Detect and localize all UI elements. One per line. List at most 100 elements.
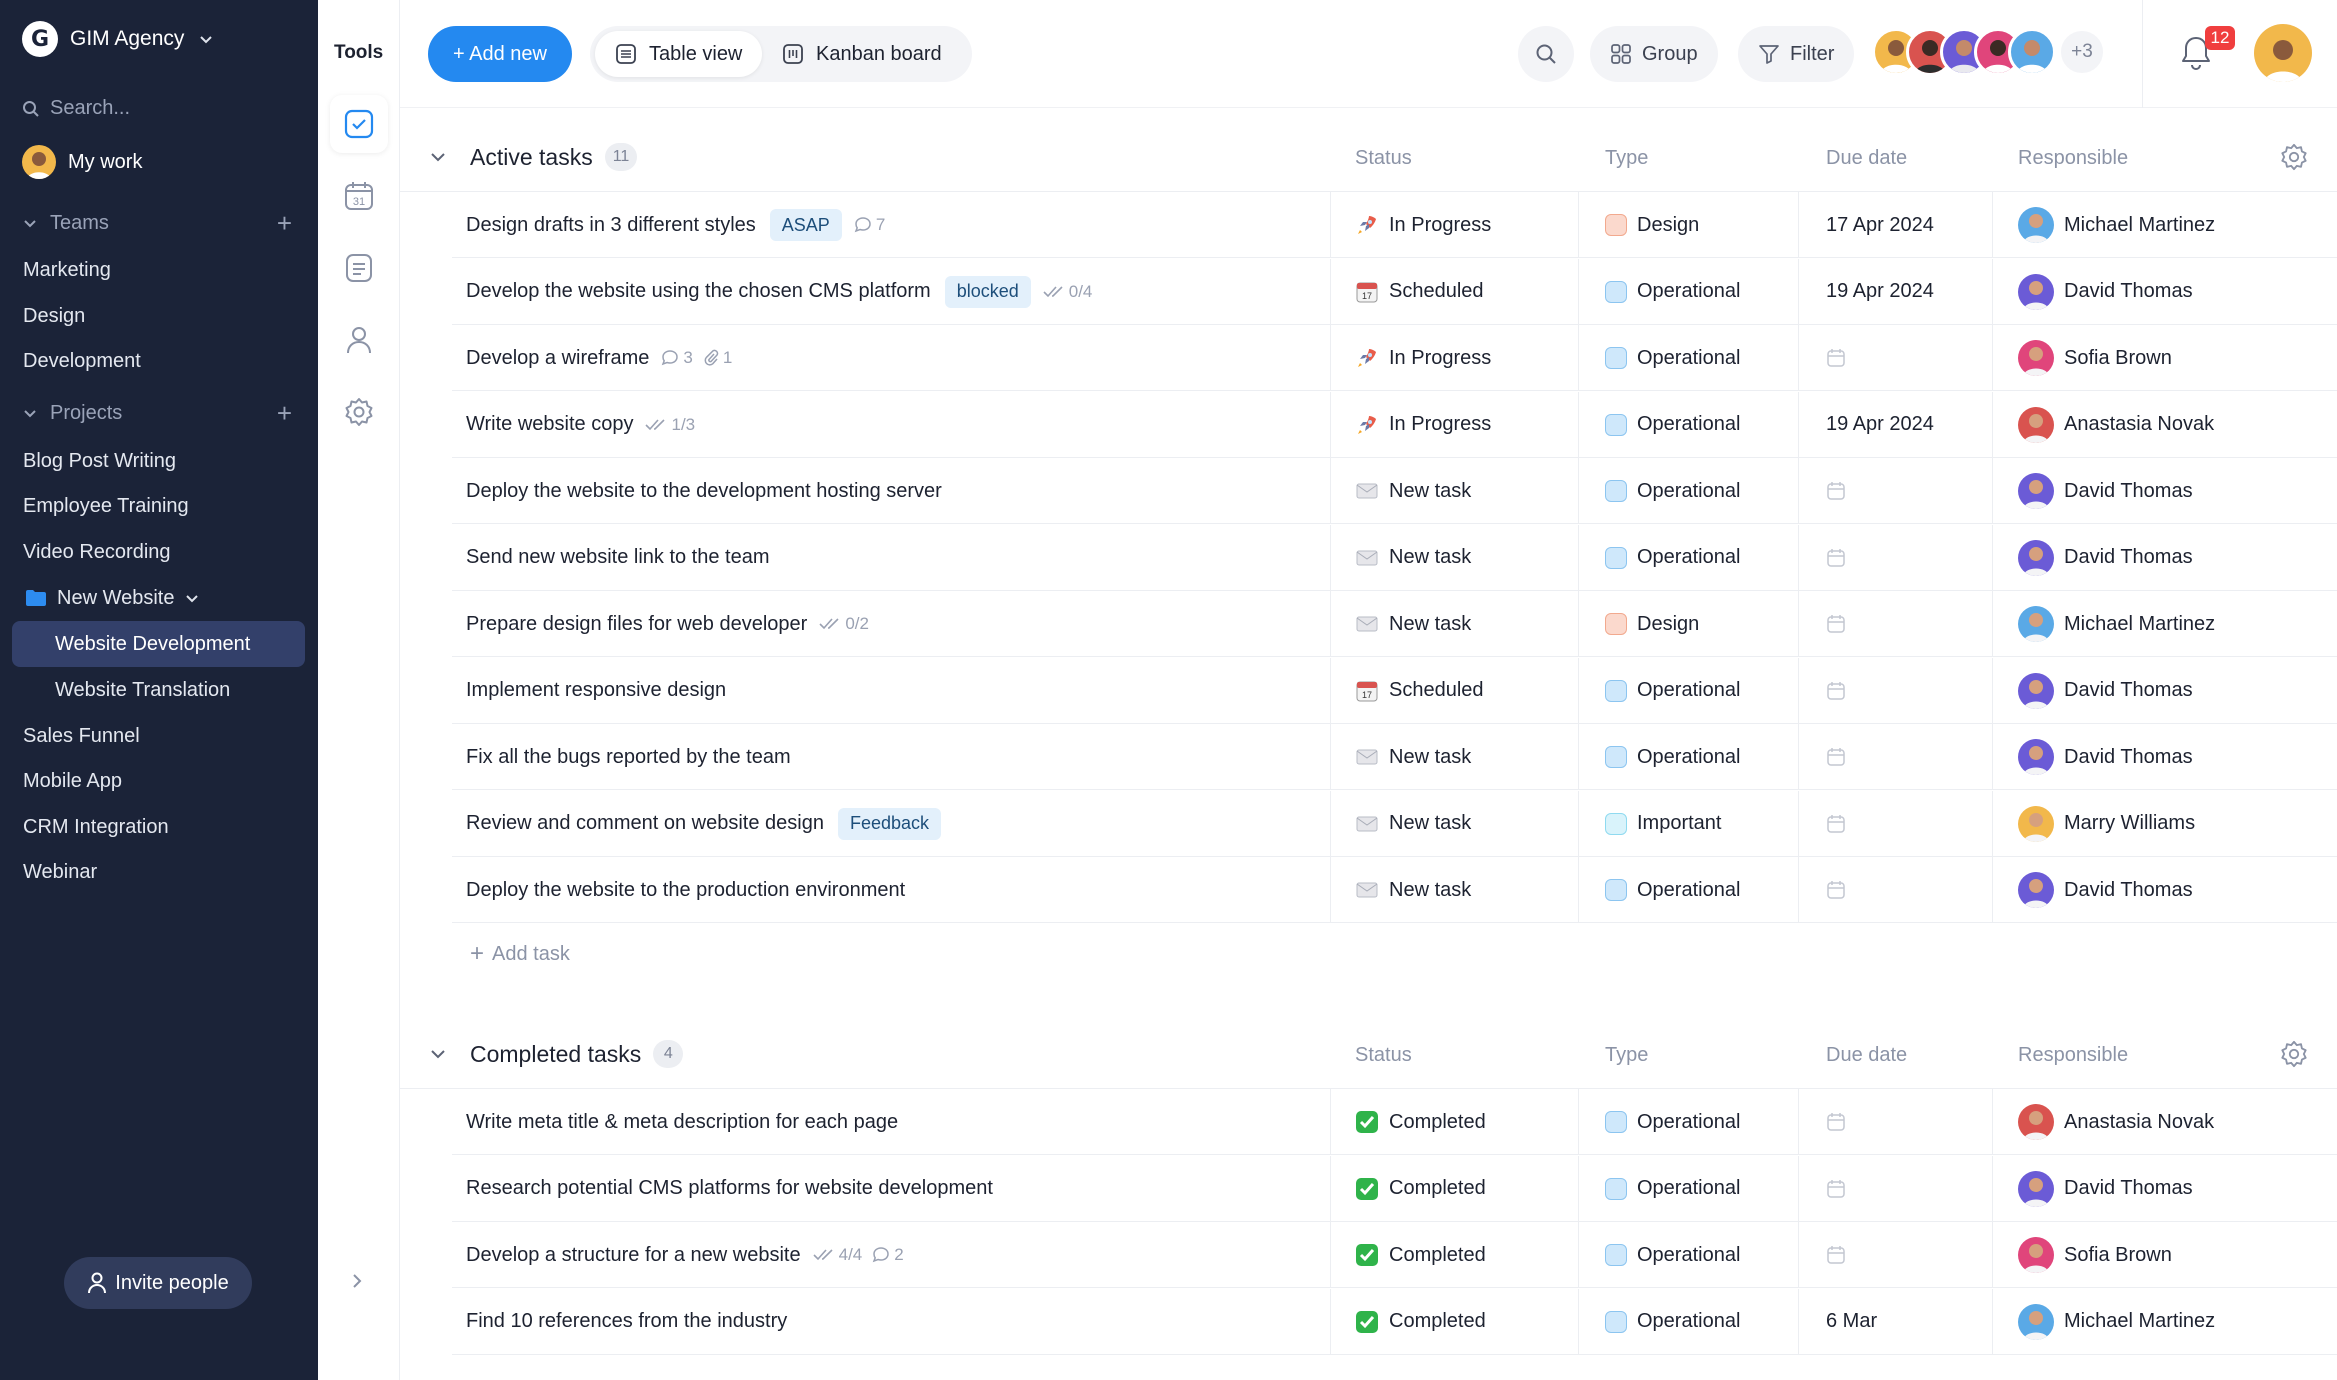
- task-name-cell[interactable]: Develop a structure for a new website 4/4…: [466, 1222, 904, 1288]
- responsible-cell[interactable]: David Thomas: [2018, 857, 2193, 923]
- column-header-type[interactable]: Type: [1605, 1044, 1648, 1067]
- table-row[interactable]: Send new website link to the team New tas…: [452, 524, 2337, 591]
- notes-tool[interactable]: [330, 239, 388, 297]
- type-cell[interactable]: Operational: [1605, 458, 1740, 524]
- user-avatar[interactable]: [2254, 24, 2312, 82]
- responsible-cell[interactable]: David Thomas: [2018, 658, 2193, 724]
- column-header-due-date[interactable]: Due date: [1826, 1044, 1907, 1067]
- status-cell[interactable]: New task: [1355, 525, 1471, 591]
- sidebar-search[interactable]: Search...: [22, 97, 130, 120]
- calendar-tool[interactable]: 31: [330, 167, 388, 225]
- table-row[interactable]: Develop a structure for a new website 4/4…: [452, 1222, 2337, 1288]
- status-cell[interactable]: Completed: [1355, 1222, 1486, 1288]
- table-row[interactable]: Write website copy 1/3 In Progress Operatio…: [452, 391, 2337, 458]
- responsible-cell[interactable]: Michael Martinez: [2018, 192, 2215, 258]
- add-task-button[interactable]: + Add task: [470, 940, 570, 968]
- responsible-cell[interactable]: Marry Williams: [2018, 791, 2195, 857]
- responsible-cell[interactable]: Michael Martinez: [2018, 1289, 2215, 1355]
- due-date-cell[interactable]: 17 Apr 2024: [1826, 192, 1934, 258]
- responsible-cell[interactable]: Michael Martinez: [2018, 591, 2215, 657]
- task-name-cell[interactable]: Deploy the website to the production env…: [466, 857, 905, 923]
- task-name-cell[interactable]: Review and comment on website design Feed…: [466, 791, 942, 857]
- column-settings-button[interactable]: [2280, 1040, 2308, 1073]
- table-row[interactable]: Fix all the bugs reported by the team New…: [452, 724, 2337, 790]
- type-cell[interactable]: Design: [1605, 192, 1699, 258]
- status-cell[interactable]: New task: [1355, 857, 1471, 923]
- due-date-cell[interactable]: [1826, 458, 1846, 524]
- column-header-status[interactable]: Status: [1355, 1044, 1412, 1067]
- column-header-responsible[interactable]: Responsible: [2018, 1044, 2128, 1067]
- task-tag[interactable]: ASAP: [769, 209, 842, 241]
- invite-people-button[interactable]: Invite people: [64, 1257, 252, 1309]
- task-tag[interactable]: blocked: [944, 275, 1031, 308]
- responsible-cell[interactable]: David Thomas: [2018, 1156, 2193, 1222]
- type-cell[interactable]: Operational: [1605, 1156, 1740, 1222]
- due-date-cell[interactable]: [1826, 658, 1846, 724]
- status-cell[interactable]: In Progress: [1355, 392, 1491, 458]
- type-cell[interactable]: Important: [1605, 791, 1721, 857]
- tab-kanban-board[interactable]: Kanban board: [762, 31, 962, 77]
- due-date-cell[interactable]: 19 Apr 2024: [1826, 259, 1934, 325]
- task-name-cell[interactable]: Prepare design files for web developer 0/…: [466, 591, 869, 657]
- due-date-cell[interactable]: 6 Mar: [1826, 1289, 1877, 1355]
- add-project-icon[interactable]: +: [277, 400, 292, 426]
- task-name-cell[interactable]: Develop a wireframe 3 1: [466, 325, 732, 391]
- due-date-cell[interactable]: 19 Apr 2024: [1826, 392, 1934, 458]
- sidebar-item-video-recording[interactable]: Video Recording: [23, 537, 171, 567]
- column-header-status[interactable]: Status: [1355, 147, 1412, 170]
- task-name-cell[interactable]: Design drafts in 3 different styles ASAP 7: [466, 192, 885, 258]
- tasks-tool[interactable]: [330, 95, 388, 153]
- sidebar-item-webinar[interactable]: Webinar: [23, 857, 97, 887]
- projects-section-header[interactable]: Projects +: [22, 400, 292, 426]
- status-cell[interactable]: 17 Scheduled: [1355, 658, 1484, 724]
- sidebar-item-mobile-app[interactable]: Mobile App: [23, 766, 122, 796]
- table-row[interactable]: Implement responsive design 17 Scheduled Op…: [452, 657, 2337, 724]
- status-cell[interactable]: New task: [1355, 591, 1471, 657]
- status-cell[interactable]: In Progress: [1355, 192, 1491, 258]
- sidebar-item-blog-post-writing[interactable]: Blog Post Writing: [23, 446, 176, 476]
- table-row[interactable]: Develop a wireframe 3 1 In Progress Operatio…: [452, 325, 2337, 391]
- responsible-cell[interactable]: David Thomas: [2018, 724, 2193, 790]
- add-team-icon[interactable]: +: [277, 210, 292, 236]
- table-row[interactable]: Develop the website using the chosen CMS…: [452, 258, 2337, 325]
- type-cell[interactable]: Operational: [1605, 658, 1740, 724]
- table-row[interactable]: Deploy the website to the production env…: [452, 857, 2337, 923]
- type-cell[interactable]: Operational: [1605, 1289, 1740, 1355]
- search-button[interactable]: [1518, 26, 1574, 82]
- task-name-cell[interactable]: Research potential CMS platforms for web…: [466, 1156, 993, 1222]
- type-cell[interactable]: Operational: [1605, 259, 1740, 325]
- task-name-cell[interactable]: Find 10 references from the industry: [466, 1289, 787, 1355]
- type-cell[interactable]: Operational: [1605, 1089, 1740, 1155]
- tab-table-view[interactable]: Table view: [595, 31, 763, 77]
- column-header-type[interactable]: Type: [1605, 147, 1648, 170]
- table-row[interactable]: Design drafts in 3 different styles ASAP 7…: [452, 192, 2337, 258]
- responsible-cell[interactable]: David Thomas: [2018, 259, 2193, 325]
- more-members-count[interactable]: +3: [2058, 28, 2106, 76]
- type-cell[interactable]: Operational: [1605, 392, 1740, 458]
- table-row[interactable]: Review and comment on website design Feed…: [452, 790, 2337, 857]
- workspace-switcher[interactable]: G GIM Agency: [22, 20, 214, 58]
- task-name-cell[interactable]: Write meta title & meta description for …: [466, 1089, 898, 1155]
- status-cell[interactable]: Completed: [1355, 1089, 1486, 1155]
- status-cell[interactable]: Completed: [1355, 1156, 1486, 1222]
- expand-panel-button[interactable]: [348, 1272, 366, 1295]
- due-date-cell[interactable]: [1826, 1156, 1846, 1222]
- type-cell[interactable]: Operational: [1605, 857, 1740, 923]
- table-row[interactable]: Deploy the website to the development ho…: [452, 458, 2337, 524]
- responsible-cell[interactable]: David Thomas: [2018, 458, 2193, 524]
- chevron-down-icon[interactable]: [428, 147, 448, 167]
- task-name-cell[interactable]: Deploy the website to the development ho…: [466, 458, 942, 524]
- status-cell[interactable]: New task: [1355, 458, 1471, 524]
- status-cell[interactable]: Completed: [1355, 1289, 1486, 1355]
- responsible-cell[interactable]: David Thomas: [2018, 525, 2193, 591]
- people-tool[interactable]: [330, 311, 388, 369]
- sidebar-item-marketing[interactable]: Marketing: [23, 255, 111, 285]
- group-button[interactable]: Group: [1590, 26, 1718, 82]
- sidebar-item-sales-funnel[interactable]: Sales Funnel: [23, 721, 140, 751]
- table-row[interactable]: Research potential CMS platforms for web…: [452, 1155, 2337, 1222]
- teams-section-header[interactable]: Teams +: [22, 210, 292, 236]
- due-date-cell[interactable]: [1826, 591, 1846, 657]
- type-cell[interactable]: Design: [1605, 591, 1699, 657]
- responsible-cell[interactable]: Sofia Brown: [2018, 325, 2172, 391]
- type-cell[interactable]: Operational: [1605, 724, 1740, 790]
